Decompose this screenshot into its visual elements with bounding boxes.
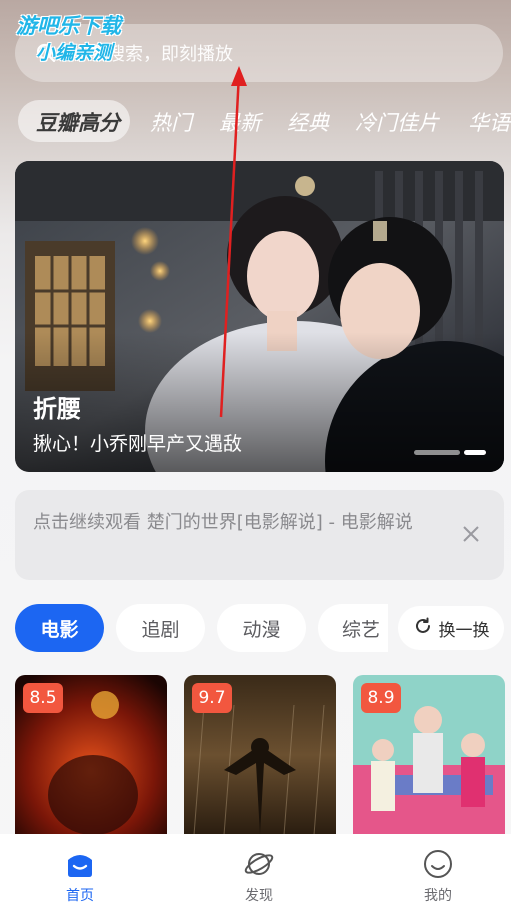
featured-banner[interactable]: 折腰 揪心！小乔刚早产又遇敌 — [15, 161, 504, 472]
home-icon — [64, 848, 96, 880]
score-badge: 8.9 — [361, 683, 401, 713]
banner-image — [15, 161, 504, 472]
category-tab-classic[interactable]: 经典 — [287, 107, 329, 137]
poster-card[interactable]: 8.9 — [353, 675, 505, 835]
close-icon[interactable] — [460, 523, 482, 545]
nav-profile[interactable]: 我的 — [378, 834, 498, 906]
nav-home-label: 首页 — [66, 888, 94, 904]
watermark-line1: 游吧乐下载 — [16, 14, 121, 38]
nav-profile-label: 我的 — [424, 888, 452, 904]
poster-card[interactable]: 8.5 — [15, 675, 167, 835]
nav-home[interactable]: 首页 — [20, 834, 140, 906]
score-badge: 8.5 — [23, 683, 63, 713]
tab-series[interactable]: 追剧 — [116, 604, 205, 652]
banner-subtitle: 揪心！小乔刚早产又遇敌 — [33, 433, 243, 455]
bottom-nav: 首页 发现 我的 — [0, 834, 511, 906]
nav-discover[interactable]: 发现 — [199, 834, 319, 906]
carousel-dot-active — [464, 450, 486, 455]
refresh-label: 换一换 — [438, 620, 490, 641]
tab-movies[interactable]: 电影 — [15, 604, 104, 652]
nav-discover-label: 发现 — [245, 888, 273, 904]
category-tab-douban[interactable]: 豆瓣高分 — [36, 107, 120, 137]
continue-watching-card[interactable]: 点击继续观看 楚门的世界[电影解说] - 电影解说 — [15, 490, 504, 580]
refresh-icon — [413, 616, 433, 641]
planet-icon — [243, 848, 275, 880]
watermark-line2: 小编亲测 — [36, 42, 113, 64]
carousel-indicator — [414, 450, 486, 455]
carousel-dot — [414, 450, 460, 455]
annotation-arrow — [219, 66, 247, 418]
category-tab-hidden-gems[interactable]: 冷门佳片 — [355, 107, 439, 137]
category-tab-chinese[interactable]: 华语 — [468, 107, 510, 137]
category-tabs: 豆瓣高分 热门 最新 经典 冷门佳片 华语 — [0, 100, 511, 142]
category-tab-hot[interactable]: 热门 — [150, 107, 192, 137]
tab-variety[interactable]: 综艺 — [318, 604, 388, 652]
poster-card[interactable]: 9.7 — [184, 675, 336, 835]
continue-watching-text: 点击继续观看 楚门的世界[电影解说] - 电影解说 — [33, 512, 413, 533]
refresh-button[interactable]: 换一换 — [398, 606, 504, 650]
tab-anime[interactable]: 动漫 — [217, 604, 306, 652]
banner-title: 折腰 — [33, 395, 81, 423]
smile-icon — [422, 848, 454, 880]
score-badge: 9.7 — [192, 683, 232, 713]
